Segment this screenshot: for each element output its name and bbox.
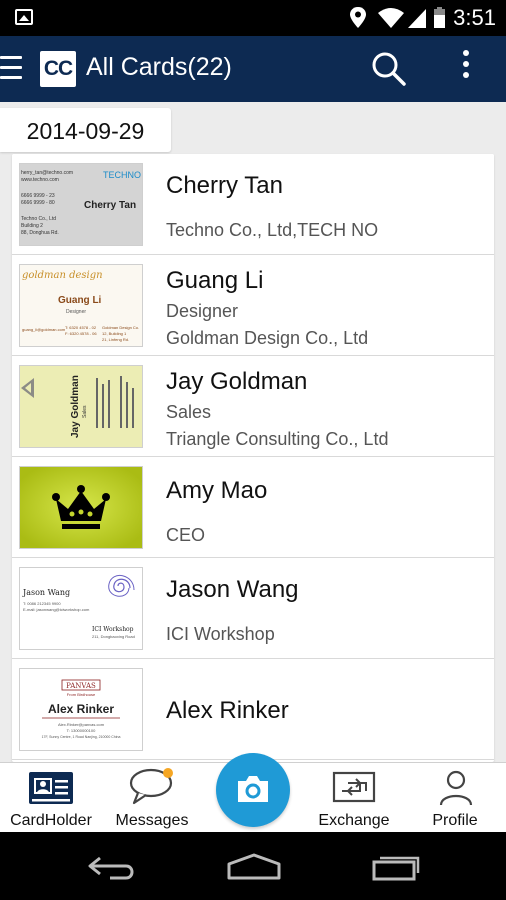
status-icons (350, 7, 445, 28)
unread-badge (163, 768, 173, 778)
svg-text:12, Building 1: 12, Building 1 (102, 331, 127, 336)
system-nav-bar (0, 832, 506, 900)
nav-cardholder[interactable]: CardHolder (0, 763, 102, 833)
svg-text:Techno Co., Ltd: Techno Co., Ltd (21, 216, 56, 222)
exchange-icon (332, 771, 376, 803)
thumb-name: Guang Li (58, 295, 102, 306)
thumb-name: Jason Wang (22, 588, 70, 597)
card-name: Amy Mao (166, 477, 268, 504)
svg-text:21, Linfeng Rd.: 21, Linfeng Rd. (102, 337, 129, 342)
card-company: ICI Workshop (166, 624, 275, 644)
nav-label: Profile (432, 812, 478, 829)
card-thumbnail: Jay Goldman Sales (19, 365, 143, 448)
card-company: Triangle Consulting Co., Ltd (166, 429, 389, 449)
nav-messages[interactable]: Messages (102, 763, 202, 833)
cardholder-icon (29, 772, 73, 804)
card-row[interactable]: TECHNO herry_tan@techno.com www.techno.c… (12, 154, 494, 255)
svg-text:Alex.Rinker@panvas.com: Alex.Rinker@panvas.com (58, 722, 105, 727)
svg-text:ICI Workshop: ICI Workshop (92, 626, 134, 633)
nav-exchange[interactable]: Exchange (304, 763, 404, 833)
card-thumbnail: goldman design Guang Li Designer guang_l… (19, 264, 143, 347)
card-list[interactable]: TECHNO herry_tan@techno.com www.techno.c… (12, 154, 494, 762)
camera-icon (238, 776, 268, 802)
card-title: Sales (166, 402, 212, 422)
image-notification-icon (15, 9, 33, 25)
card-thumbnail: PANVAS From Birdhouse Alex Rinker Alex.R… (19, 668, 143, 751)
thumb-name: Cherry Tan (84, 200, 136, 211)
card-name: Guang Li (166, 267, 264, 294)
thumb-brand: goldman design (22, 270, 103, 281)
card-company: Techno Co., Ltd,TECH NO (166, 220, 379, 240)
battery-icon (434, 7, 445, 28)
card-name: Jay Goldman (166, 368, 308, 395)
svg-text:T: 0086 212345 9900: T: 0086 212345 9900 (23, 601, 61, 606)
svg-text:E-mail: jasonwang@iciworkshop.: E-mail: jasonwang@iciworkshop.com (23, 607, 90, 612)
card-company: Goldman Design Co., Ltd (166, 328, 369, 348)
svg-text:Goldman Design Co.: Goldman Design Co. (102, 325, 139, 330)
card-thumbnail: TECHNO herry_tan@techno.com www.techno.c… (19, 163, 143, 246)
card-title: CEO (166, 525, 206, 545)
card-row[interactable]: Amy Mao CEO (12, 457, 494, 558)
svg-text:Sales: Sales (82, 405, 88, 418)
svg-text:6666 9999 - 23: 6666 9999 - 23 (21, 193, 55, 199)
card-row[interactable]: Jay Goldman Sales Jay Goldman Sales Tria… (12, 356, 494, 457)
app-logo: CC (40, 51, 76, 87)
menu-icon[interactable] (0, 56, 22, 80)
svg-text:guang_li@goldman.com: guang_li@goldman.com (22, 327, 66, 332)
card-thumbnail (19, 466, 143, 549)
svg-text:www.techno.com: www.techno.com (21, 177, 59, 183)
nav-label: CardHolder (10, 812, 92, 829)
thumb-brand: PANVAS (66, 682, 96, 690)
svg-text:6666 9999 - 80: 6666 9999 - 80 (21, 200, 55, 206)
nav-profile[interactable]: Profile (404, 763, 506, 833)
svg-text:T: 13000000100: T: 13000000100 (67, 728, 96, 733)
svg-text:17F, Sunny Centre, 1 Road Nanj: 17F, Sunny Centre, 1 Road Nanjing, 21000… (42, 735, 121, 739)
nav-label: Exchange (318, 812, 390, 829)
recent-apps-icon[interactable] (370, 852, 424, 882)
camera-button[interactable] (216, 753, 290, 827)
overflow-menu-icon[interactable] (454, 50, 478, 88)
svg-text:211, Dongbaoxing Road: 211, Dongbaoxing Road (92, 634, 135, 639)
card-row[interactable]: Jason Wang T: 0086 212345 9900 E-mail: j… (12, 558, 494, 659)
svg-text:Building 2: Building 2 (21, 223, 43, 229)
status-bar: 3:51 (0, 0, 506, 36)
card-name: Cherry Tan (166, 172, 283, 199)
search-icon[interactable] (370, 50, 408, 88)
page-title: All Cards(22) (86, 53, 232, 81)
location-icon (350, 7, 366, 28)
thumb-brand: TECHNO (103, 170, 141, 180)
svg-text:Designer: Designer (66, 309, 86, 315)
date-header: 2014-09-29 (0, 108, 171, 152)
messages-icon (129, 768, 173, 805)
app-bar: CC All Cards(22) (0, 36, 506, 102)
signal-icon (408, 9, 426, 28)
wifi-icon (378, 8, 404, 28)
back-icon[interactable] (86, 852, 140, 882)
clock: 3:51 (453, 5, 496, 30)
svg-text:88, Donghua Rd.: 88, Donghua Rd. (21, 230, 59, 236)
card-name: Jason Wang (166, 576, 299, 603)
card-row[interactable]: PANVAS From Birdhouse Alex Rinker Alex.R… (12, 659, 494, 760)
svg-text:From Birdhouse: From Birdhouse (67, 692, 96, 697)
card-thumbnail: Jason Wang T: 0086 212345 9900 E-mail: j… (19, 567, 143, 650)
home-icon[interactable] (224, 852, 284, 882)
card-row[interactable]: goldman design Guang Li Designer guang_l… (12, 255, 494, 356)
bottom-nav: CardHolder Messages Exchange Profile (0, 753, 506, 833)
card-name: Alex Rinker (166, 697, 289, 724)
nav-label: Messages (115, 812, 189, 829)
svg-text:herry_tan@techno.com: herry_tan@techno.com (21, 170, 73, 176)
thumb-name: Jay Goldman (70, 375, 81, 438)
card-title: Designer (166, 301, 239, 321)
profile-icon (439, 770, 473, 806)
svg-text:F: 6320 4578 - 06: F: 6320 4578 - 06 (65, 331, 97, 336)
svg-text:T: 6320 4578 - 02: T: 6320 4578 - 02 (65, 325, 97, 330)
thumb-name: Alex Rinker (48, 702, 114, 716)
